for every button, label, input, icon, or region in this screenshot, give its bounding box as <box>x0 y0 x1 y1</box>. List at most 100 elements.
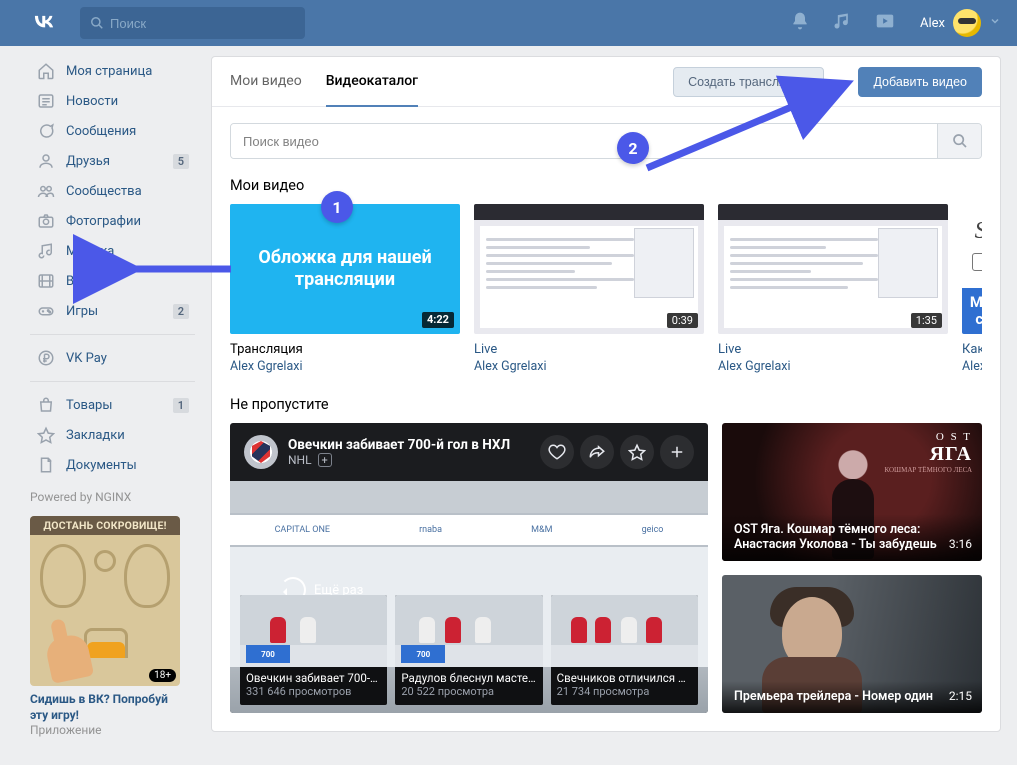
video-author[interactable]: Alex Ggrelaxi <box>474 359 704 374</box>
nav-news[interactable]: Новости <box>30 86 195 116</box>
video-card[interactable]: 0:39 Live Alex Ggrelaxi <box>474 204 704 374</box>
nav-my-page[interactable]: Моя страница <box>30 56 195 86</box>
gamepad-icon <box>36 302 56 320</box>
nav-badge: 1 <box>173 398 189 413</box>
video-author[interactable]: Alex Ggrelaxi <box>230 359 460 374</box>
create-stream-button[interactable]: Создать трансляцию <box>673 67 824 97</box>
avatar <box>953 9 981 37</box>
top-icon-group <box>790 10 896 36</box>
side-duration: 3:16 <box>949 537 972 551</box>
nav-badge: 2 <box>173 304 189 319</box>
notifications-icon[interactable] <box>790 11 810 35</box>
section-title-dont-miss: Не пропустите <box>230 396 982 413</box>
mini-video[interactable]: 700 Овечкин забивает 700-й г… 331 646 пр… <box>240 595 387 705</box>
user-menu[interactable]: Alex <box>920 9 1001 37</box>
featured-row: Овечкин забивает 700-й гол в НХЛ NHL+ <box>230 423 982 713</box>
ruble-icon <box>36 349 56 367</box>
nav-bookmarks[interactable]: Закладки <box>30 420 195 450</box>
side-video-card[interactable]: O S T ЯГА КОШМАР ТЁМНОГО ЛЕСА OST Яга. К… <box>722 423 982 561</box>
share-button[interactable] <box>580 435 614 469</box>
featured-channel[interactable]: NHL+ <box>288 453 510 467</box>
mini-views: 331 646 просмотров <box>240 685 387 698</box>
video-thumb: 1:35 <box>718 204 948 334</box>
nav-music[interactable]: Музыка <box>30 236 195 266</box>
vk-logo-icon[interactable] <box>30 7 60 39</box>
video-title: Live <box>718 342 948 357</box>
video-search-input[interactable] <box>231 124 937 158</box>
add-button[interactable] <box>660 435 694 469</box>
search-icon <box>90 16 104 30</box>
peek-bar: Масте скри <box>962 288 982 335</box>
video-thumb: Soc Вид Масте скри <box>962 204 982 334</box>
like-button[interactable] <box>540 435 574 469</box>
rink-boards: CAPITAL ONErnabaM&Mgeico <box>230 513 708 547</box>
nav-label: Видео <box>66 274 104 289</box>
film-icon <box>36 272 56 290</box>
video-search-button[interactable] <box>937 124 981 158</box>
nav-video[interactable]: Видео <box>30 266 195 296</box>
nav-label: VK Pay <box>66 351 107 366</box>
global-search[interactable] <box>80 7 305 39</box>
video-thumb: 0:39 <box>474 204 704 334</box>
nav-messages[interactable]: Сообщения <box>30 116 195 146</box>
mini-title: Свечников отличился в ОТ <box>551 667 698 685</box>
nav-label: Моя страница <box>66 64 152 79</box>
nav-friends[interactable]: Друзья5 <box>30 146 195 176</box>
video-author[interactable]: Alex Ggrelaxi <box>718 359 948 374</box>
video-author[interactable]: Alex Ggre <box>962 359 982 374</box>
video-card[interactable]: 1:35 Live Alex Ggrelaxi <box>718 204 948 374</box>
mini-video[interactable]: 700 Радулов блеснул мастерс… 20 522 прос… <box>395 595 542 705</box>
groups-icon <box>36 182 56 200</box>
peek-logo: Soc <box>975 218 982 245</box>
video-panel: Мои видео Видеокаталог Создать трансляци… <box>211 56 1001 732</box>
separator <box>30 334 195 335</box>
nav-photos[interactable]: Фотографии <box>30 206 195 236</box>
promo-subtitle: Приложение <box>30 723 180 737</box>
home-icon <box>36 62 56 80</box>
video-title: Live <box>474 342 704 357</box>
nav-label: Документы <box>66 458 137 473</box>
nav-games[interactable]: Игры 2 <box>30 296 195 326</box>
global-search-input[interactable] <box>110 16 295 31</box>
add-video-button[interactable]: Добавить видео <box>858 67 982 97</box>
chevron-down-icon <box>989 15 1001 31</box>
nhl-logo-icon <box>244 435 278 469</box>
mini-title: Овечкин забивает 700-й г… <box>240 667 387 685</box>
promo-banner: ДОСТАНЬ СОКРОВИЩЕ! <box>30 516 180 535</box>
nav-vkpay[interactable]: VK Pay <box>30 343 195 373</box>
side-title: Премьера трейлера - Номер один <box>734 689 970 705</box>
news-icon <box>36 92 56 110</box>
tab-my-videos[interactable]: Мои видео <box>230 57 302 107</box>
nav-label: Новости <box>66 94 118 109</box>
bag-icon <box>36 396 56 414</box>
video-card[interactable]: Обложка для нашей трансляции4:22 Трансля… <box>230 204 460 374</box>
nav-label: Музыка <box>66 244 114 259</box>
favorite-button[interactable] <box>620 435 654 469</box>
video-player-icon[interactable] <box>874 10 896 36</box>
video-title: Как сдела <box>962 342 982 357</box>
featured-title: Овечкин забивает 700-й гол в НХЛ <box>288 437 510 453</box>
mini-views: 20 522 просмотра <box>395 685 542 698</box>
tab-catalog[interactable]: Видеокаталог <box>326 57 418 107</box>
section-title-my-videos: Мои видео <box>230 177 982 194</box>
star-icon <box>36 426 56 444</box>
nav-label: Товары <box>66 398 112 413</box>
nav-label: Игры <box>66 304 98 319</box>
featured-main[interactable]: Овечкин забивает 700-й гол в НХЛ NHL+ <box>230 423 708 713</box>
promo-block[interactable]: ДОСТАНЬ СОКРОВИЩЕ! 18+ Сидишь в ВК? Попр… <box>30 516 180 737</box>
peek-pill: Вид <box>972 253 982 271</box>
video-title: Трансляция <box>230 342 460 357</box>
nav-market[interactable]: Товары 1 <box>30 390 195 420</box>
powered-by: Powered by NGINX <box>30 490 195 504</box>
side-video-card[interactable]: Премьера трейлера - Номер один 2:15 <box>722 575 982 713</box>
nav-label: Фотографии <box>66 214 141 229</box>
video-search <box>230 123 982 159</box>
video-card-peek[interactable]: Soc Вид Масте скри Как сдела Alex Ggre <box>962 204 982 374</box>
mini-video[interactable]: Свечников отличился в ОТ 21 734 просмотр… <box>551 595 698 705</box>
music-icon[interactable] <box>832 11 852 35</box>
nav-docs[interactable]: Документы <box>30 450 195 480</box>
doc-icon <box>36 456 56 474</box>
main-column: Мои видео Видеокаталог Создать трансляци… <box>211 56 1001 732</box>
tabs-bar: Мои видео Видеокаталог Создать трансляци… <box>212 57 1000 107</box>
nav-groups[interactable]: Сообщества <box>30 176 195 206</box>
